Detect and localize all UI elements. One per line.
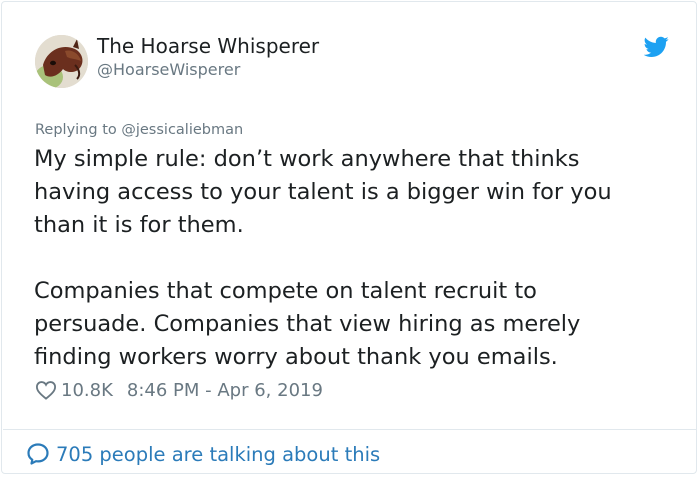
replying-to[interactable]: Replying to @jessicaliebman [35, 122, 243, 138]
tweet-line: having access to your talent is a bigger… [34, 179, 612, 205]
tweet-line: Companies that compete on talent recruit… [34, 278, 537, 304]
author-handle[interactable]: @HoarseWisperer [97, 60, 240, 79]
author-display-name[interactable]: The Hoarse Whisperer [97, 34, 319, 58]
tweet-line: finding workers worry about thank you em… [34, 344, 558, 370]
tweet-line: My simple rule: don’t work anywhere that… [34, 146, 580, 172]
twitter-bird-icon[interactable] [644, 36, 669, 58]
tweet-line: than it is for them. [34, 212, 244, 238]
timestamp[interactable]: 8:46 PM - Apr 6, 2019 [127, 380, 323, 401]
conversation-label[interactable]: 705 people are talking about this [56, 443, 380, 466]
horse-avatar-icon [35, 35, 88, 88]
speech-bubble-icon [27, 443, 49, 465]
tweet-text: My simple rule: don’t work anywhere that… [34, 143, 674, 374]
author-avatar[interactable] [35, 35, 88, 88]
like-count[interactable]: 10.8K [61, 380, 113, 401]
heart-icon[interactable] [35, 380, 57, 400]
tweet-card: The Hoarse Whisperer @HoarseWisperer Rep… [1, 1, 697, 474]
tweet-meta: 10.8K 8:46 PM - Apr 6, 2019 [35, 377, 323, 403]
tweet-line: persuade. Companies that view hiring as … [34, 311, 581, 337]
footer-divider [3, 429, 697, 430]
conversation-link[interactable]: 705 people are talking about this [26, 441, 380, 467]
